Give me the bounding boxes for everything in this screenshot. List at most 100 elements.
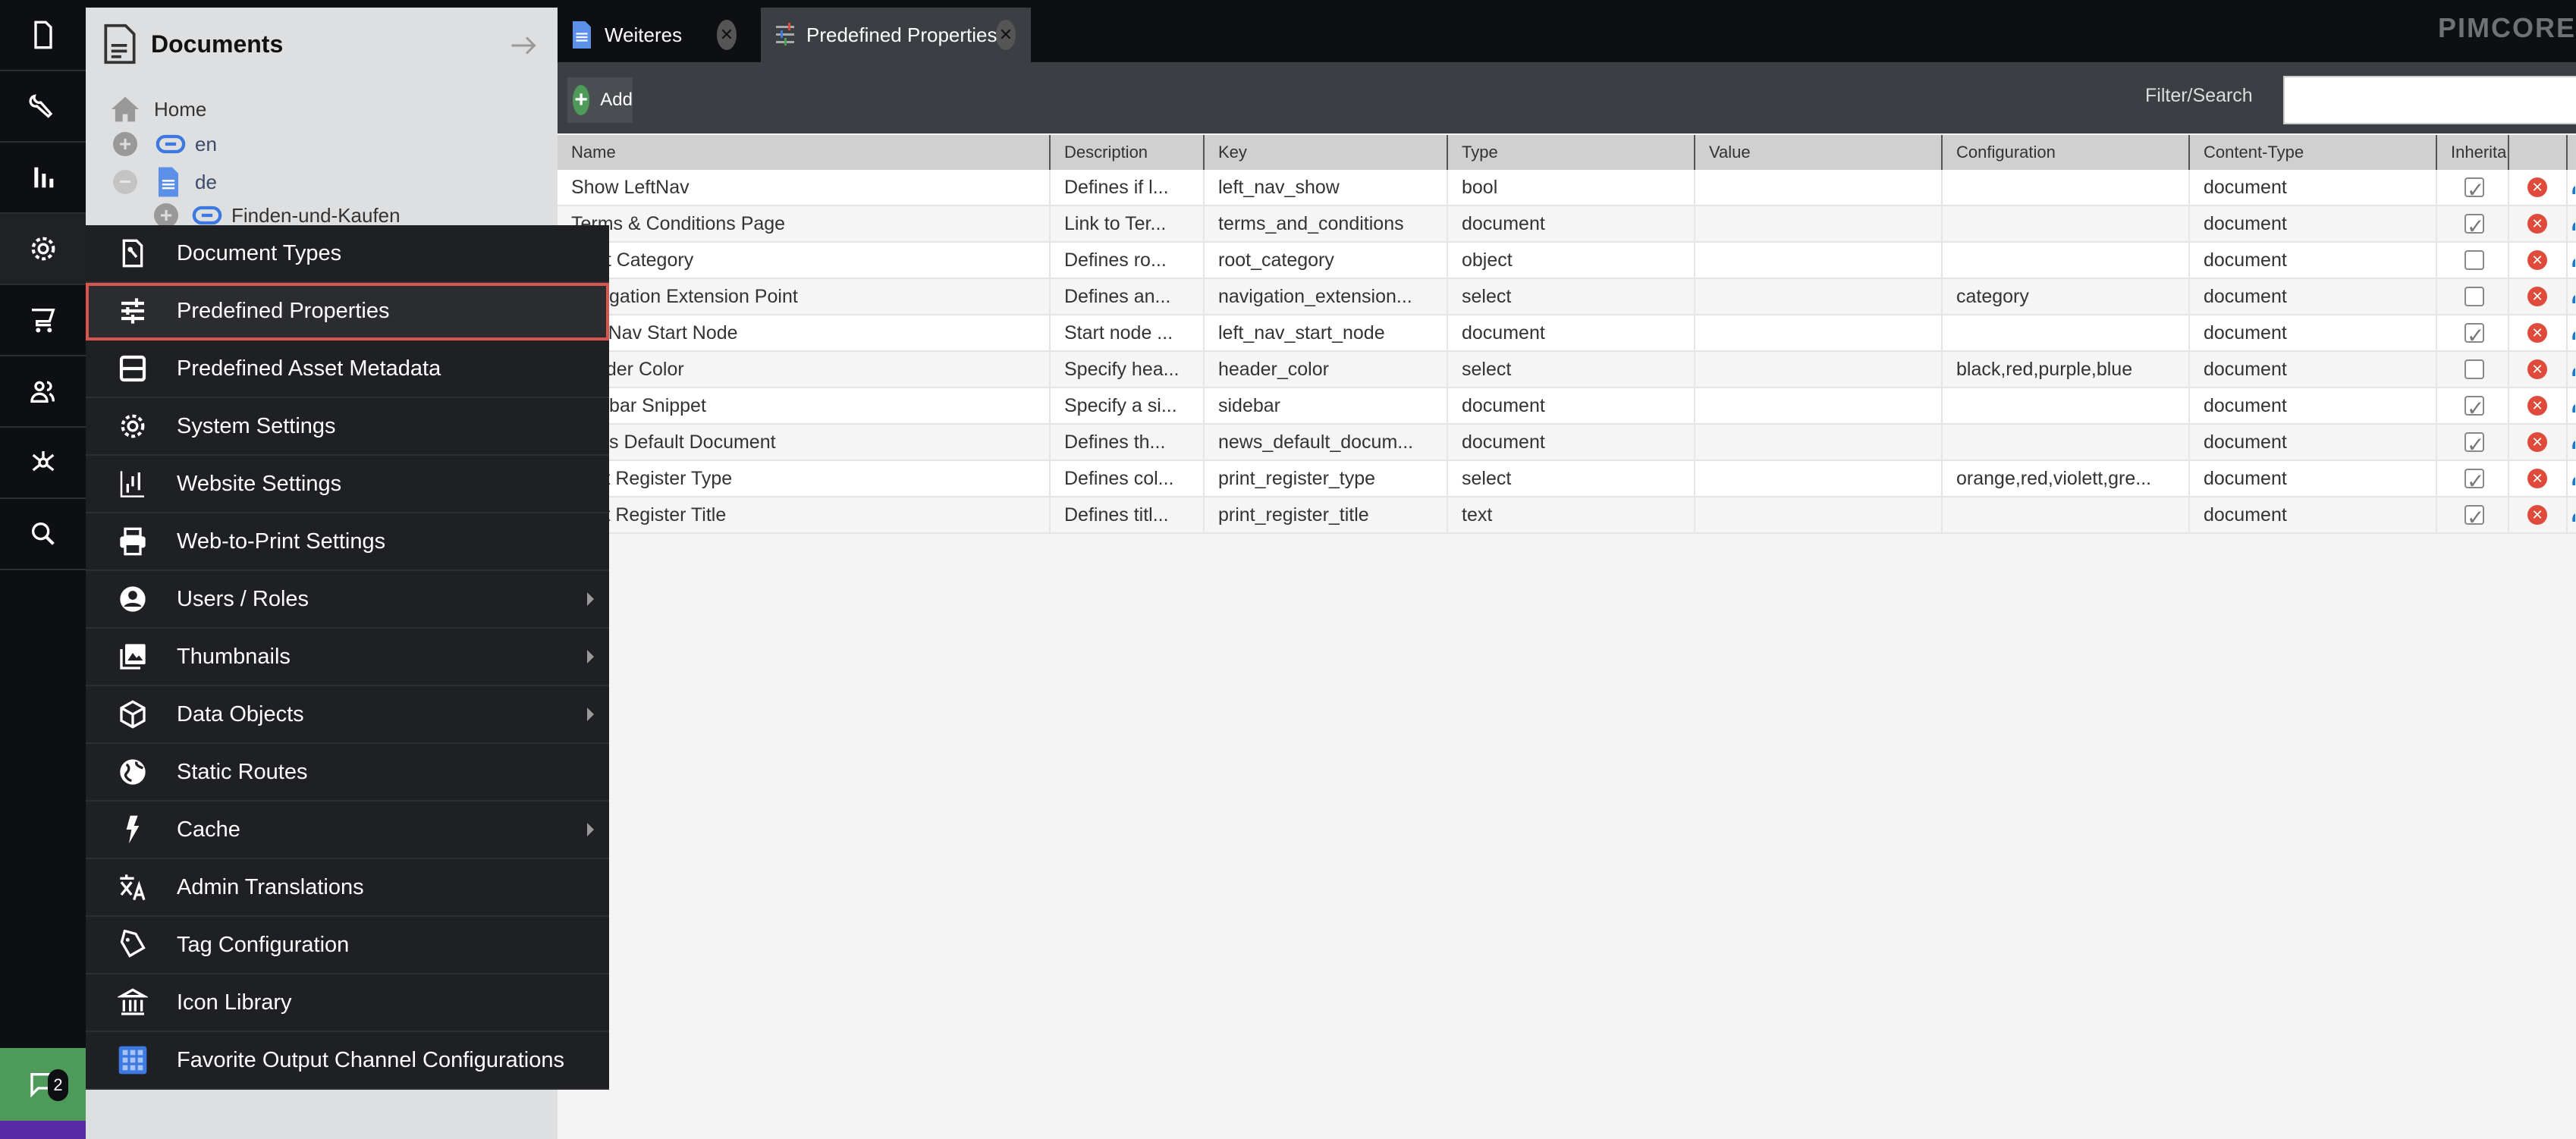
cell-name[interactable]: Print Register Title [558, 497, 1051, 532]
menu-item-system-settings[interactable]: System Settings [86, 398, 609, 456]
cell-name[interactable]: Root Category [558, 243, 1051, 278]
inheritable-checkbox[interactable] [2464, 209, 2484, 241]
cell-content-type[interactable]: document [2190, 497, 2437, 532]
cell-key[interactable]: print_register_type [1205, 461, 1448, 496]
table-row[interactable]: Left Nav Start Node Start node ... left_na… [558, 315, 2576, 352]
cell-key[interactable]: terms_and_conditions [1205, 206, 1448, 241]
inheritable-checkbox[interactable] [2464, 428, 2484, 460]
delete-icon[interactable]: ✕ [2527, 287, 2547, 306]
cell-content-type[interactable]: document [2190, 388, 2437, 423]
cell-name[interactable]: News Default Document [558, 425, 1051, 460]
nav-search[interactable] [0, 499, 86, 570]
cell-configuration[interactable] [1943, 206, 2190, 241]
delete-icon[interactable]: ✕ [2527, 359, 2547, 379]
table-row[interactable]: News Default Document Defines th... news_d… [558, 425, 2576, 461]
nav-datahub[interactable] [0, 428, 86, 499]
menu-item-thumbnails[interactable]: Thumbnails [86, 629, 609, 686]
column-header[interactable]: Name [558, 135, 1051, 170]
cell-type[interactable]: select [1448, 461, 1695, 496]
nav-settings[interactable] [0, 214, 86, 285]
cell-description[interactable]: Link to Ter... [1051, 206, 1205, 241]
cell-type[interactable]: document [1448, 315, 1695, 350]
cell-configuration[interactable] [1943, 315, 2190, 350]
cell-name[interactable]: Header Color [558, 352, 1051, 387]
user-icon[interactable]: 👤 [2568, 469, 2575, 485]
user-icon[interactable]: 👤 [2568, 359, 2575, 376]
column-header[interactable]: Content-Type [2190, 135, 2437, 170]
close-tab-icon[interactable]: ✕ [996, 20, 1016, 50]
column-header[interactable]: Key [1205, 135, 1448, 170]
cell-name[interactable]: Show LeftNav [558, 170, 1051, 205]
cell-key[interactable]: news_default_docum... [1205, 425, 1448, 460]
user-icon[interactable]: 👤 [2568, 177, 2575, 194]
cell-key[interactable]: header_color [1205, 352, 1448, 387]
cell-configuration[interactable] [1943, 170, 2190, 205]
column-header[interactable]: Description [1051, 135, 1205, 170]
cell-configuration[interactable] [1943, 243, 2190, 278]
cell-name[interactable]: Left Nav Start Node [558, 315, 1051, 350]
cell-content-type[interactable]: document [2190, 206, 2437, 241]
notifications-button[interactable]: 2 [0, 1048, 86, 1121]
cell-content-type[interactable]: document [2190, 315, 2437, 350]
user-icon[interactable]: 👤 [2568, 250, 2575, 267]
filter-search-input[interactable] [2283, 76, 2576, 124]
table-row[interactable]: Root Category Defines ro... root_category o… [558, 243, 2576, 279]
menu-item-web-to-print-settings[interactable]: Web-to-Print Settings [86, 513, 609, 571]
cell-content-type[interactable]: document [2190, 279, 2437, 314]
cell-description[interactable]: Defines ro... [1051, 243, 1205, 278]
inheritable-checkbox[interactable] [2464, 250, 2484, 270]
delete-icon[interactable]: ✕ [2527, 323, 2547, 343]
inheritable-checkbox[interactable] [2464, 318, 2484, 350]
menu-item-data-objects[interactable]: Data Objects [86, 686, 609, 744]
cell-description[interactable]: Specify hea... [1051, 352, 1205, 387]
cell-type[interactable]: text [1448, 497, 1695, 532]
tree-node-finden-und-kaufen[interactable]: + Finden-und-Kaufen [154, 203, 401, 227]
menu-item-users-roles[interactable]: Users / Roles [86, 571, 609, 629]
cell-value[interactable] [1695, 497, 1943, 532]
cell-type[interactable]: select [1448, 279, 1695, 314]
cell-value[interactable] [1695, 461, 1943, 496]
menu-item-static-routes[interactable]: Static Routes [86, 744, 609, 802]
cell-name[interactable]: Terms & Conditions Page [558, 206, 1051, 241]
menu-item-predefined-asset-metadata[interactable]: Predefined Asset Metadata [86, 340, 609, 398]
avatar-area[interactable] [0, 1121, 86, 1139]
menu-item-admin-translations[interactable]: Admin Translations [86, 859, 609, 917]
cell-key[interactable]: navigation_extension... [1205, 279, 1448, 314]
cell-value[interactable] [1695, 388, 1943, 423]
table-row[interactable]: Header Color Specify hea... header_color se… [558, 352, 2576, 388]
cell-value[interactable] [1695, 170, 1943, 205]
cell-value[interactable] [1695, 243, 1943, 278]
delete-icon[interactable]: ✕ [2527, 177, 2547, 197]
cell-description[interactable]: Defines an... [1051, 279, 1205, 314]
cell-content-type[interactable]: document [2190, 352, 2437, 387]
delete-icon[interactable]: ✕ [2527, 214, 2547, 234]
menu-item-document-types[interactable]: Document Types [86, 225, 609, 283]
cell-value[interactable] [1695, 206, 1943, 241]
user-icon[interactable]: 👤 [2568, 214, 2575, 231]
column-header[interactable]: Value [1695, 135, 1943, 170]
collapse-icon[interactable]: − [113, 170, 137, 194]
cell-type[interactable]: document [1448, 388, 1695, 423]
cell-configuration[interactable] [1943, 425, 2190, 460]
table-row[interactable]: Navigation Extension Point Defines an... n… [558, 279, 2576, 315]
cell-value[interactable] [1695, 279, 1943, 314]
cell-description[interactable]: Defines titl... [1051, 497, 1205, 532]
tree-node-home[interactable]: Home [110, 96, 206, 123]
column-header[interactable]: Inherita [2437, 135, 2509, 170]
inheritable-checkbox[interactable] [2464, 500, 2484, 532]
cell-value[interactable] [1695, 315, 1943, 350]
cell-content-type[interactable]: document [2190, 243, 2437, 278]
cell-type[interactable]: document [1448, 206, 1695, 241]
inheritable-checkbox[interactable] [2464, 287, 2484, 306]
user-icon[interactable]: 👤 [2568, 396, 2575, 413]
column-header[interactable] [2509, 135, 2568, 170]
cell-description[interactable]: Defines col... [1051, 461, 1205, 496]
cell-type[interactable]: object [1448, 243, 1695, 278]
table-row[interactable]: Show LeftNav Defines if l... left_nav_show… [558, 170, 2576, 206]
menu-item-icon-library[interactable]: Icon Library [86, 974, 609, 1032]
cell-configuration[interactable] [1943, 497, 2190, 532]
cell-type[interactable]: bool [1448, 170, 1695, 205]
user-icon[interactable]: 👤 [2568, 432, 2575, 449]
cell-description[interactable]: Defines if l... [1051, 170, 1205, 205]
cell-configuration[interactable] [1943, 388, 2190, 423]
